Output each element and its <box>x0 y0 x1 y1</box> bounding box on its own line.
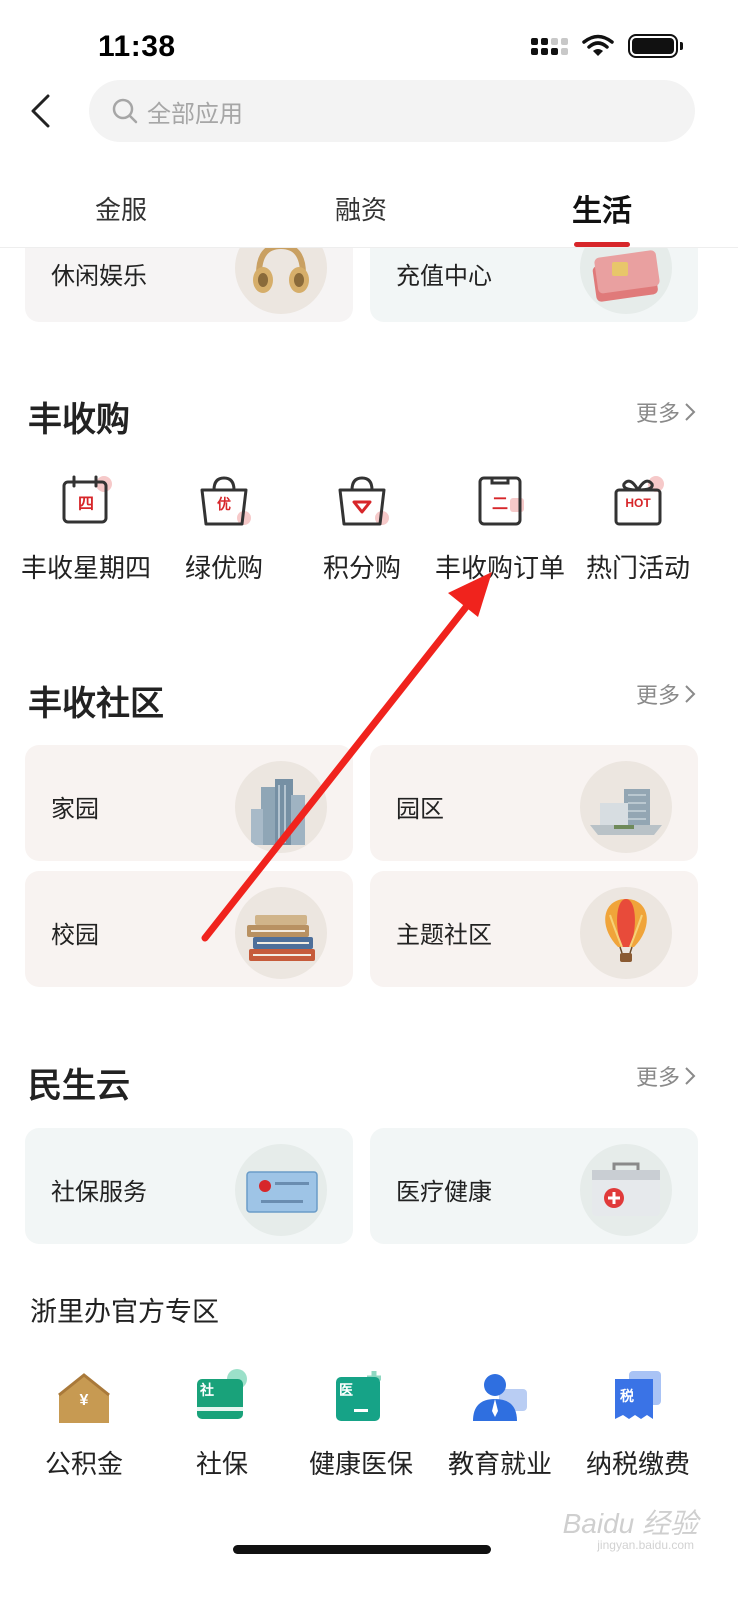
chevron-right-icon <box>685 685 696 703</box>
bag-glyph: 优 <box>217 496 231 512</box>
shortcut-orders[interactable]: 二 丰收购订单 <box>425 470 575 585</box>
tax-glyph: 税 <box>620 1388 634 1404</box>
service-education-employment[interactable]: 教育就业 <box>425 1366 575 1481</box>
more-label: 更多 <box>635 683 680 708</box>
card-label: 家园 <box>51 796 99 823</box>
back-button[interactable] <box>18 88 62 134</box>
more-link-community[interactable]: 更多 <box>636 678 696 710</box>
social-insurance-icon: 社 <box>190 1366 254 1430</box>
search-icon <box>112 98 138 124</box>
chevron-right-icon <box>685 1067 696 1085</box>
shortcut-jifengou[interactable]: 积分购 <box>287 470 437 585</box>
calendar-glyph: 四 <box>77 496 94 513</box>
service-label: 教育就业 <box>447 1449 552 1479</box>
first-aid-kit-icon <box>580 1144 672 1236</box>
chevron-right-icon <box>685 403 696 421</box>
gift-icon: HOT <box>606 470 670 534</box>
housing-fund-icon: ¥ <box>52 1366 116 1430</box>
card-label: 主题社区 <box>396 922 492 949</box>
cellular-signal-icon <box>531 37 568 55</box>
card-park[interactable]: 园区 <box>370 745 698 861</box>
shortcut-hot-events[interactable]: HOT 热门活动 <box>563 470 713 585</box>
card-label: 医疗健康 <box>396 1179 492 1206</box>
medical-insurance-glyph: 医 <box>339 1382 353 1398</box>
shortcut-thursday[interactable]: 四 丰收星期四 <box>11 470 161 585</box>
housing-fund-glyph: ¥ <box>79 1392 89 1409</box>
card-theme-community[interactable]: 主题社区 <box>370 871 698 987</box>
service-label: 健康医保 <box>308 1449 413 1479</box>
status-icons <box>531 34 683 58</box>
section-title-minsheng: 民生云 <box>28 1067 130 1105</box>
chevron-left-icon <box>31 94 50 128</box>
tab-shenghuo[interactable]: 生活 <box>572 186 632 230</box>
service-medical-insurance[interactable]: 医 健康医保 <box>286 1366 436 1481</box>
search-input[interactable]: 全部应用 <box>89 80 695 142</box>
service-tax-payment[interactable]: 税 纳税缴费 <box>563 1366 713 1481</box>
shortcut-label: 丰收星期四 <box>20 553 151 583</box>
search-placeholder: 全部应用 <box>147 100 243 128</box>
section-title-community: 丰收社区 <box>28 685 164 723</box>
more-label: 更多 <box>635 401 680 426</box>
heart-bag-icon <box>330 470 394 534</box>
education-employment-icon <box>468 1366 532 1430</box>
service-social-insurance[interactable]: 社 社保 <box>147 1366 297 1481</box>
tab-rongzi[interactable]: 融资 <box>335 190 387 227</box>
status-time: 11:38 <box>98 30 176 63</box>
card-social-security[interactable]: 社保服务 <box>25 1128 353 1244</box>
calendar-icon: 四 <box>54 470 118 534</box>
medical-insurance-icon: 医 <box>329 1366 393 1430</box>
home-indicator[interactable] <box>233 1545 491 1554</box>
order-clipboard-icon: 二 <box>468 470 532 534</box>
social-insurance-glyph: 社 <box>200 1382 214 1398</box>
status-bar: 11:38 <box>0 0 738 80</box>
tab-bar-overlay: 金服 融资 生活 <box>0 176 738 248</box>
shortcut-label: 热门活动 <box>585 553 690 583</box>
card-label: 园区 <box>396 796 444 823</box>
card-label: 校园 <box>51 922 99 949</box>
watermark-url: jingyan.baidu.com <box>597 1538 694 1552</box>
shopping-bag-icon: 优 <box>192 470 256 534</box>
social-security-card-icon <box>235 1144 327 1236</box>
clipboard-glyph: 二 <box>491 496 508 513</box>
buildings-icon <box>235 761 327 853</box>
more-link-fengshougou[interactable]: 更多 <box>636 396 696 428</box>
card-label: 充值中心 <box>396 263 492 290</box>
card-label: 社保服务 <box>51 1179 147 1206</box>
gift-glyph: HOT <box>625 496 651 510</box>
campus-building-icon <box>580 761 672 853</box>
shortcut-label: 绿优购 <box>184 553 263 583</box>
shortcut-label: 丰收购订单 <box>434 553 565 583</box>
active-tab-indicator <box>574 242 630 247</box>
tab-jinfu[interactable]: 金服 <box>95 190 147 227</box>
card-label: 休闲娱乐 <box>51 263 147 290</box>
watermark-logo: Baidu 经验 <box>562 1508 698 1539</box>
hot-air-balloon-icon <box>580 887 672 979</box>
more-link-minsheng[interactable]: 更多 <box>636 1060 696 1092</box>
shortcut-lvyougou[interactable]: 优 绿优购 <box>149 470 299 585</box>
tax-payment-icon: 税 <box>606 1366 670 1430</box>
section-title-fengshougou: 丰收购 <box>28 401 130 439</box>
service-housing-fund[interactable]: ¥ 公积金 <box>9 1366 159 1481</box>
card-homeland[interactable]: 家园 <box>25 745 353 861</box>
service-label: 纳税缴费 <box>585 1449 690 1479</box>
books-icon <box>235 887 327 979</box>
section-title-zheliban: 浙里办官方专区 <box>30 1297 219 1327</box>
top-bar: 全部应用 <box>0 80 738 142</box>
more-label: 更多 <box>635 1065 680 1090</box>
shortcut-label: 积分购 <box>322 553 401 583</box>
service-label: 社保 <box>195 1449 248 1479</box>
battery-icon <box>628 34 683 58</box>
wifi-icon <box>582 34 614 56</box>
card-medical-health[interactable]: 医疗健康 <box>370 1128 698 1244</box>
service-label: 公积金 <box>44 1449 123 1479</box>
card-campus[interactable]: 校园 <box>25 871 353 987</box>
